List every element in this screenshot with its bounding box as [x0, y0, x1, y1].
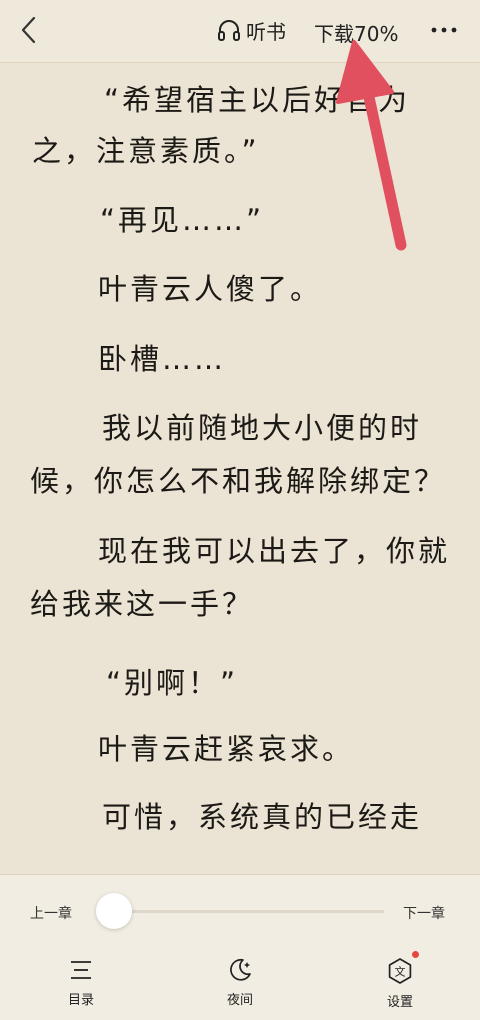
text-line: 我以前随地大小便的时: [102, 411, 423, 445]
night-mode-button[interactable]: 夜间: [200, 957, 280, 1008]
reader-content: “希望宿主以后好自为 之，注意素质。” “再见……” 叶青云人傻了。 卧槽…… …: [0, 62, 480, 874]
listen-button[interactable]: 听书: [216, 14, 286, 46]
text-line: 叶青云赶紧哀求。: [98, 732, 355, 766]
headphones-icon: [218, 20, 240, 41]
listen-label: 听书: [246, 19, 286, 44]
more-button[interactable]: [428, 16, 460, 44]
next-chapter-button[interactable]: 下一章: [403, 903, 445, 923]
text-line: 叶青云人傻了。: [98, 272, 323, 306]
text-line: 之，注意素质。”: [32, 134, 260, 168]
text-line: 候，你怎么不和我解除绑定？: [30, 464, 447, 498]
chapter-progress-slider[interactable]: [112, 910, 384, 913]
svg-text:文: 文: [395, 965, 406, 979]
prev-chapter-button[interactable]: 上一章: [30, 903, 72, 923]
settings-button[interactable]: 文 设置: [360, 951, 440, 1010]
top-bar: 听书 下载70%: [0, 0, 480, 63]
download-button[interactable]: 下载70%: [314, 18, 398, 47]
text-line: “希望宿主以后好自为: [104, 83, 411, 117]
text-line: “别啊！”: [106, 666, 239, 700]
text-line: “再见……”: [100, 203, 265, 237]
text-line: 给我来这一手？: [30, 587, 255, 621]
slider-handle[interactable]: [96, 893, 132, 929]
bottom-panel: 上一章 下一章 目录 夜间 文 设置: [0, 874, 480, 1020]
night-label: 夜间: [226, 993, 253, 1008]
text-line: 现在我可以出去了，你就: [98, 534, 451, 568]
catalog-button[interactable]: 目录: [41, 957, 121, 1008]
chevron-left-icon: [21, 16, 36, 44]
text-line: 卧槽……: [98, 342, 227, 376]
settings-label: 设置: [386, 995, 413, 1010]
text-settings-icon: 文: [388, 958, 412, 984]
settings-badge-dot: [412, 951, 419, 958]
text-line: 可惜，系统真的已经走: [102, 800, 423, 834]
more-dots-icon: [431, 27, 457, 33]
menu-lines-icon: [71, 961, 91, 979]
back-button[interactable]: [14, 14, 44, 46]
moon-icon: [230, 958, 251, 981]
catalog-label: 目录: [67, 993, 94, 1008]
